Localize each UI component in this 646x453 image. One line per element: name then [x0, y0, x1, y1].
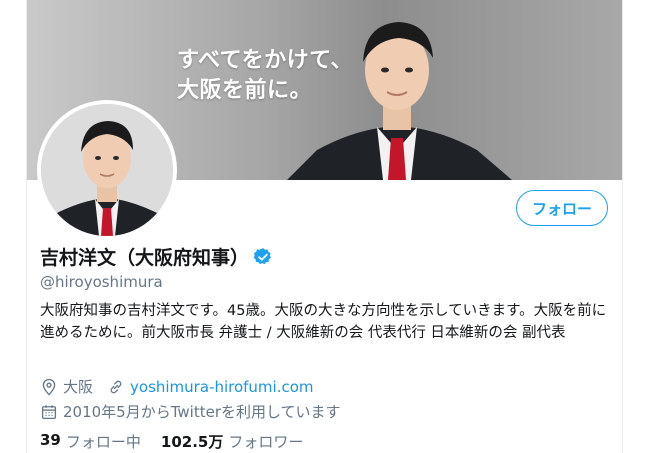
right-column-edge: [622, 0, 646, 453]
followers-stat[interactable]: 102.5万 フォロワー: [161, 431, 303, 452]
profile-page: すべてをかけて、 大阪を前に。 フォロー 吉村洋文（大阪府知事） @hiroyo…: [0, 0, 646, 453]
followers-count: 102.5万: [160, 433, 224, 451]
following-count: 39: [40, 431, 61, 449]
calendar-icon: [41, 404, 57, 419]
profile-meta-row: 大阪 yoshimura-hirofumi.com: [40, 376, 314, 397]
profile-bio: 大阪府知事の吉村洋文です。45歳。大阪の大きな方向性を示していきます。大阪を前に…: [40, 303, 607, 341]
joined-text: 2010年5月からTwitterを利用しています: [63, 403, 341, 421]
avatar[interactable]: [41, 104, 173, 236]
following-stat[interactable]: 39 フォロー中: [40, 431, 141, 452]
followers-label: フォロワー: [228, 433, 304, 451]
location-item: 大阪: [40, 376, 93, 397]
location-pin-icon: [42, 378, 56, 395]
website-item[interactable]: yoshimura-hirofumi.com: [107, 378, 314, 396]
banner-portrait: [287, 22, 512, 180]
avatar-portrait: [41, 104, 173, 236]
profile-name-row: 吉村洋文（大阪府知事）: [40, 243, 273, 270]
location-text: 大阪: [63, 378, 94, 396]
joined-row: 2010年5月からTwitterを利用しています: [40, 401, 341, 422]
profile-avatar-frame[interactable]: [37, 100, 177, 240]
link-icon: [110, 380, 122, 393]
display-name[interactable]: 吉村洋文（大阪府知事）: [40, 243, 249, 270]
left-column-edge: [0, 0, 27, 453]
follow-button[interactable]: フォロー: [516, 190, 608, 226]
verified-badge-icon: [253, 247, 271, 264]
following-label: フォロー中: [65, 433, 141, 451]
profile-stats: 39 フォロー中 102.5万 フォロワー: [40, 431, 323, 452]
profile-handle: @hiroyoshimura: [40, 273, 163, 291]
website-link[interactable]: yoshimura-hirofumi.com: [130, 378, 314, 396]
